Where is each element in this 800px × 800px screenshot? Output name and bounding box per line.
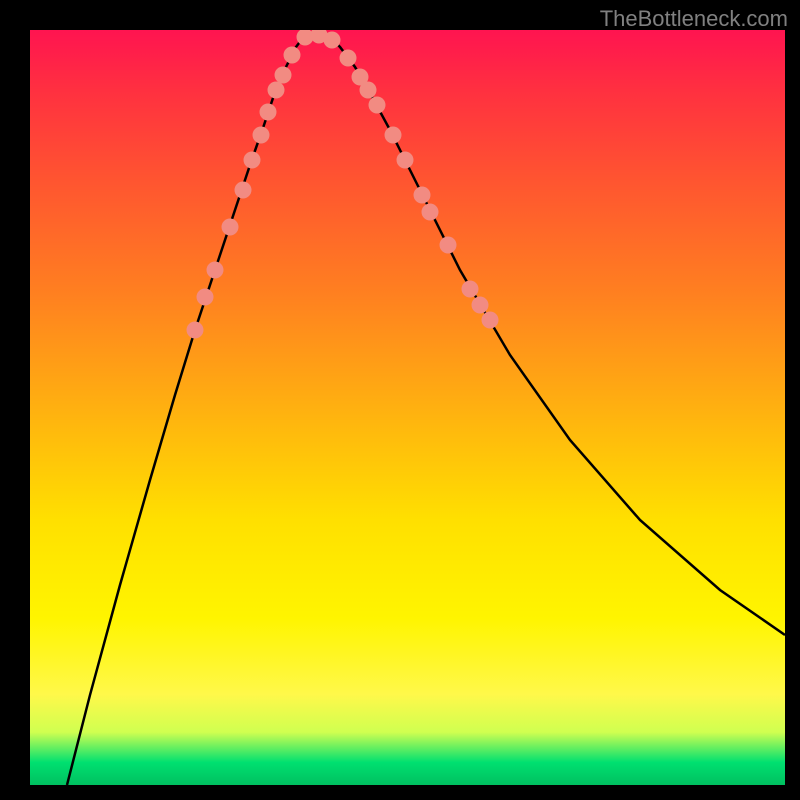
data-marker [207,262,224,279]
data-marker [462,281,479,298]
data-marker [360,82,377,99]
data-marker [253,127,270,144]
data-marker [187,322,204,339]
data-marker [324,32,341,49]
data-marker [440,237,457,254]
data-marker [397,152,414,169]
data-marker [369,97,386,114]
data-marker [244,152,261,169]
data-marker [268,82,285,99]
data-marker [414,187,431,204]
data-marker [284,47,301,64]
data-marker [235,182,252,199]
data-marker [260,104,277,121]
curve-svg [30,30,785,785]
data-marker [482,312,499,329]
data-marker [222,219,239,236]
data-marker [472,297,489,314]
bottleneck-curve [67,35,785,785]
data-marker [340,50,357,67]
data-marker [422,204,439,221]
data-marker [197,289,214,306]
data-marker [385,127,402,144]
watermark-text: TheBottleneck.com [600,6,788,32]
data-markers [187,30,499,339]
data-marker [275,67,292,84]
